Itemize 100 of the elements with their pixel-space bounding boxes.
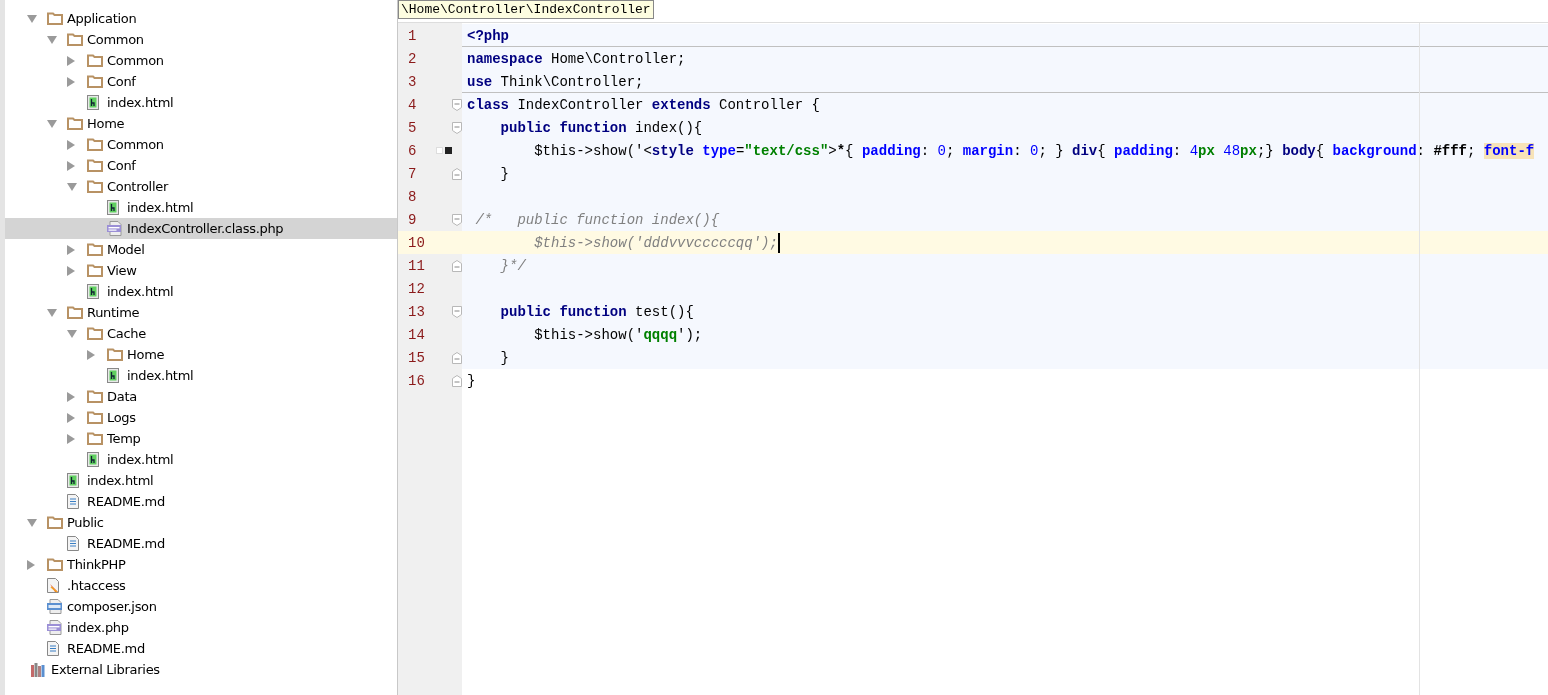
tree-item[interactable]: composer.json (5, 596, 397, 617)
code-line: $this->show('qqqq'); (533, 326, 703, 343)
item-label: Conf (107, 158, 136, 173)
folder-icon (87, 390, 103, 403)
tree-item[interactable]: index.html (5, 470, 397, 491)
fold-end-icon[interactable] (452, 259, 462, 272)
right-arrow-icon[interactable] (67, 160, 75, 171)
tree-item[interactable]: Home (5, 344, 397, 365)
code-line: } (499, 349, 509, 366)
tree-item[interactable]: Home (5, 113, 397, 134)
fold-marker-icon[interactable] (452, 98, 462, 111)
tree-item[interactable]: External Libraries (5, 659, 397, 680)
folder-icon (107, 348, 123, 361)
right-arrow-icon[interactable] (67, 391, 75, 402)
down-arrow-icon[interactable] (47, 35, 57, 44)
tree-item[interactable]: Public (5, 512, 397, 533)
tree-item[interactable]: Common (5, 134, 397, 155)
line-number: 8 (408, 188, 417, 205)
line-number: 1 (408, 27, 417, 44)
breadcrumb-tooltip: \Home\Controller\IndexController (398, 0, 654, 19)
down-arrow-icon[interactable] (27, 14, 37, 23)
down-arrow-icon[interactable] (47, 119, 57, 128)
code-line: $this->show('dddvvvcccccqq'); (533, 234, 778, 251)
tree-item[interactable]: View (5, 260, 397, 281)
feather-file-icon (47, 578, 61, 593)
text-file-icon (47, 641, 59, 656)
right-arrow-icon[interactable] (67, 244, 75, 255)
item-label: Model (107, 242, 145, 257)
fold-marker-icon[interactable] (452, 121, 462, 134)
tree-item[interactable]: index.html (5, 365, 397, 386)
line-number: 13 (408, 303, 425, 320)
html-file-icon (87, 95, 99, 110)
folder-icon (87, 75, 103, 88)
code-line: /* public function index(){ (474, 211, 720, 228)
tree-item[interactable]: Logs (5, 407, 397, 428)
folder-icon (47, 558, 63, 571)
folder-icon (87, 264, 103, 277)
folder-icon (47, 12, 63, 25)
item-label: Common (107, 53, 164, 68)
json-file-icon (47, 599, 63, 614)
code-line: use Think\Controller; (467, 73, 644, 90)
tree-item[interactable]: Model (5, 239, 397, 260)
tree-item[interactable]: Controller (5, 176, 397, 197)
item-label: Common (107, 137, 164, 152)
line-number: 4 (408, 96, 417, 113)
down-arrow-icon[interactable] (47, 308, 57, 317)
tree-item[interactable]: Data (5, 386, 397, 407)
tree-item[interactable]: index.html (5, 449, 397, 470)
right-arrow-icon[interactable] (67, 76, 75, 87)
tree-item[interactable]: README.md (5, 491, 397, 512)
right-arrow-icon[interactable] (67, 55, 75, 66)
down-arrow-icon[interactable] (67, 329, 77, 338)
tree-item[interactable]: index.php (5, 617, 397, 638)
tree-item[interactable]: README.md (5, 533, 397, 554)
fold-end-icon[interactable] (452, 167, 462, 180)
right-arrow-icon[interactable] (67, 265, 75, 276)
text-file-icon (67, 494, 79, 509)
tree-item[interactable]: ThinkPHP (5, 554, 397, 575)
right-arrow-icon[interactable] (27, 559, 35, 570)
item-label: README.md (87, 494, 165, 509)
tree-item[interactable]: Common (5, 29, 397, 50)
line-number: 2 (408, 50, 417, 67)
right-arrow-icon[interactable] (67, 139, 75, 150)
item-label: Common (87, 32, 144, 47)
tree-item[interactable]: Cache (5, 323, 397, 344)
tree-item[interactable]: index.html (5, 197, 397, 218)
right-arrow-icon[interactable] (67, 433, 75, 444)
item-label: Data (107, 389, 137, 404)
code-line: }*/ (499, 257, 526, 274)
bookmark-icon[interactable] (436, 147, 452, 154)
tree-item[interactable]: index.html (5, 281, 397, 302)
folder-icon (67, 33, 83, 46)
tree-item[interactable]: IndexController.class.php (5, 218, 397, 239)
tree-item[interactable]: Temp (5, 428, 397, 449)
down-arrow-icon[interactable] (27, 518, 37, 527)
tree-item[interactable]: Common (5, 50, 397, 71)
html-file-icon (87, 284, 99, 299)
tree-item[interactable]: Application (5, 8, 397, 29)
folder-icon (87, 180, 103, 193)
folder-icon (67, 306, 83, 319)
down-arrow-icon[interactable] (67, 182, 77, 191)
item-label: View (107, 263, 137, 278)
tree-item[interactable]: .htaccess (5, 575, 397, 596)
tree-item[interactable]: Runtime (5, 302, 397, 323)
tree-item[interactable]: README.md (5, 638, 397, 659)
fold-marker-icon[interactable] (452, 305, 462, 318)
code-line: public function test(){ (499, 303, 694, 320)
item-label: index.html (87, 473, 154, 488)
item-label: Runtime (87, 305, 140, 320)
tree-item[interactable]: index.html (5, 92, 397, 113)
fold-marker-icon[interactable] (452, 213, 462, 226)
right-arrow-icon[interactable] (87, 349, 95, 360)
html-file-icon (87, 452, 99, 467)
right-arrow-icon[interactable] (67, 412, 75, 423)
fold-end-icon[interactable] (452, 351, 462, 364)
tree-item[interactable]: Conf (5, 71, 397, 92)
code-line: } (467, 372, 476, 389)
fold-end-icon[interactable] (452, 374, 462, 387)
tree-item[interactable]: Conf (5, 155, 397, 176)
folder-icon (67, 117, 83, 130)
